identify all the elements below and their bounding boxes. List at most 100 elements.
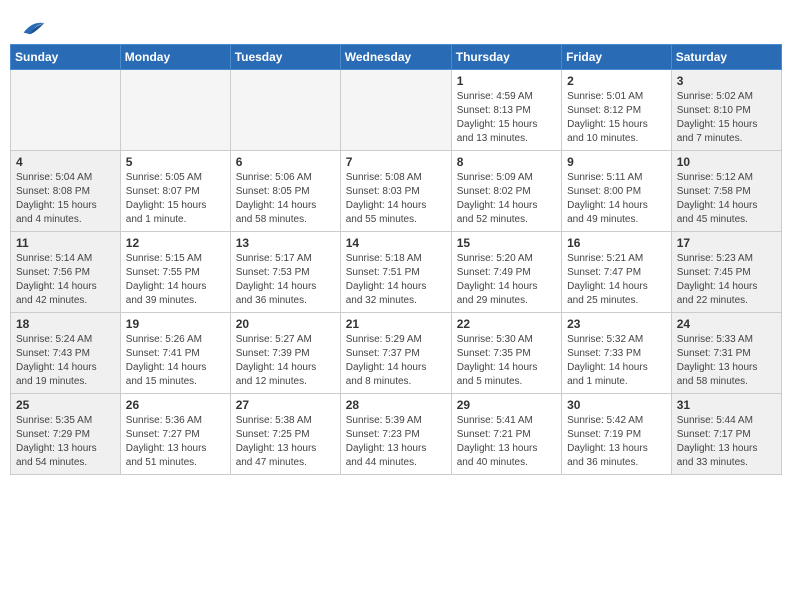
logo — [20, 18, 46, 36]
day-info: Sunrise: 5:21 AM Sunset: 7:47 PM Dayligh… — [567, 252, 666, 308]
day-info: Sunrise: 5:24 AM Sunset: 7:43 PM Dayligh… — [16, 333, 115, 389]
day-info: Sunrise: 5:15 AM Sunset: 7:55 PM Dayligh… — [126, 252, 225, 308]
calendar-week-row: 1Sunrise: 4:59 AM Sunset: 8:13 PM Daylig… — [11, 70, 782, 151]
day-number: 27 — [236, 398, 335, 412]
calendar-week-row: 18 Sunrise: 5:24 AM Sunset: 7:43 PM Dayli… — [11, 313, 782, 394]
day-info: Sunrise: 5:36 AM Sunset: 7:27 PM Dayligh… — [126, 414, 225, 470]
day-number: 19 — [126, 317, 225, 331]
calendar-weekday-thursday: Thursday — [451, 45, 561, 70]
calendar-day-cell: 5Sunrise: 5:05 AM Sunset: 8:07 PM Daylig… — [120, 151, 230, 232]
calendar-day-cell: 8Sunrise: 5:09 AM Sunset: 8:02 PM Daylig… — [451, 151, 561, 232]
day-number: 16 — [567, 236, 666, 250]
day-number: 26 — [126, 398, 225, 412]
calendar-day-cell: 24 Sunrise: 5:33 AM Sunset: 7:31 PM Dayli… — [671, 313, 781, 394]
calendar-day-cell: 1Sunrise: 4:59 AM Sunset: 8:13 PM Daylig… — [451, 70, 561, 151]
day-number: 15 — [457, 236, 556, 250]
calendar-day-cell: 16 Sunrise: 5:21 AM Sunset: 7:47 PM Dayli… — [562, 232, 672, 313]
calendar-day-cell: 17Sunrise: 5:23 AM Sunset: 7:45 PM Dayli… — [671, 232, 781, 313]
day-number: 11 — [16, 236, 115, 250]
calendar-day-cell: 2 Sunrise: 5:01 AM Sunset: 8:12 PM Daylig… — [562, 70, 672, 151]
day-number: 23 — [567, 317, 666, 331]
day-info: Sunrise: 5:35 AM Sunset: 7:29 PM Dayligh… — [16, 414, 115, 470]
calendar-day-cell: 30 Sunrise: 5:42 AM Sunset: 7:19 PM Dayli… — [562, 394, 672, 475]
calendar-week-row: 11 Sunrise: 5:14 AM Sunset: 7:56 PM Dayli… — [11, 232, 782, 313]
day-number: 29 — [457, 398, 556, 412]
day-info: Sunrise: 4:59 AM Sunset: 8:13 PM Dayligh… — [457, 90, 556, 146]
day-number: 22 — [457, 317, 556, 331]
day-number: 13 — [236, 236, 335, 250]
calendar-day-cell: 10 Sunrise: 5:12 AM Sunset: 7:58 PM Dayli… — [671, 151, 781, 232]
day-number: 9 — [567, 155, 666, 169]
calendar-week-row: 25 Sunrise: 5:35 AM Sunset: 7:29 PM Dayli… — [11, 394, 782, 475]
calendar-day-cell: 4 Sunrise: 5:04 AM Sunset: 8:08 PM Daylig… — [11, 151, 121, 232]
day-number: 6 — [236, 155, 335, 169]
day-number: 12 — [126, 236, 225, 250]
day-info: Sunrise: 5:01 AM Sunset: 8:12 PM Dayligh… — [567, 90, 666, 146]
calendar-day-cell: 31Sunrise: 5:44 AM Sunset: 7:17 PM Dayli… — [671, 394, 781, 475]
day-number: 2 — [567, 74, 666, 88]
logo-bird-icon — [22, 18, 46, 36]
calendar-day-cell: 12 Sunrise: 5:15 AM Sunset: 7:55 PM Dayli… — [120, 232, 230, 313]
day-info: Sunrise: 5:30 AM Sunset: 7:35 PM Dayligh… — [457, 333, 556, 389]
calendar-day-cell: 6 Sunrise: 5:06 AM Sunset: 8:05 PM Daylig… — [230, 151, 340, 232]
day-number: 18 — [16, 317, 115, 331]
calendar-day-cell: 11 Sunrise: 5:14 AM Sunset: 7:56 PM Dayli… — [11, 232, 121, 313]
calendar-table: SundayMondayTuesdayWednesdayThursdayFrid… — [10, 44, 782, 475]
calendar-day-cell: 27 Sunrise: 5:38 AM Sunset: 7:25 PM Dayli… — [230, 394, 340, 475]
calendar-weekday-monday: Monday — [120, 45, 230, 70]
day-info: Sunrise: 5:17 AM Sunset: 7:53 PM Dayligh… — [236, 252, 335, 308]
calendar-day-cell: 19 Sunrise: 5:26 AM Sunset: 7:41 PM Dayli… — [120, 313, 230, 394]
day-number: 21 — [346, 317, 446, 331]
day-number: 30 — [567, 398, 666, 412]
day-info: Sunrise: 5:38 AM Sunset: 7:25 PM Dayligh… — [236, 414, 335, 470]
day-info: Sunrise: 5:12 AM Sunset: 7:58 PM Dayligh… — [677, 171, 776, 227]
calendar-day-cell: 28 Sunrise: 5:39 AM Sunset: 7:23 PM Dayli… — [340, 394, 451, 475]
day-info: Sunrise: 5:20 AM Sunset: 7:49 PM Dayligh… — [457, 252, 556, 308]
calendar-day-cell: 3 Sunrise: 5:02 AM Sunset: 8:10 PM Daylig… — [671, 70, 781, 151]
calendar-weekday-saturday: Saturday — [671, 45, 781, 70]
calendar-day-cell: 9 Sunrise: 5:11 AM Sunset: 8:00 PM Daylig… — [562, 151, 672, 232]
day-info: Sunrise: 5:26 AM Sunset: 7:41 PM Dayligh… — [126, 333, 225, 389]
day-info: Sunrise: 5:06 AM Sunset: 8:05 PM Dayligh… — [236, 171, 335, 227]
calendar-day-cell: 20 Sunrise: 5:27 AM Sunset: 7:39 PM Dayli… — [230, 313, 340, 394]
day-info: Sunrise: 5:04 AM Sunset: 8:08 PM Dayligh… — [16, 171, 115, 227]
day-number: 10 — [677, 155, 776, 169]
calendar-day-cell: 13 Sunrise: 5:17 AM Sunset: 7:53 PM Dayli… — [230, 232, 340, 313]
calendar-weekday-sunday: Sunday — [11, 45, 121, 70]
day-number: 4 — [16, 155, 115, 169]
calendar-weekday-friday: Friday — [562, 45, 672, 70]
calendar-day-cell: 23 Sunrise: 5:32 AM Sunset: 7:33 PM Dayli… — [562, 313, 672, 394]
calendar-day-cell — [340, 70, 451, 151]
day-number: 14 — [346, 236, 446, 250]
day-number: 31 — [677, 398, 776, 412]
day-info: Sunrise: 5:11 AM Sunset: 8:00 PM Dayligh… — [567, 171, 666, 227]
day-info: Sunrise: 5:42 AM Sunset: 7:19 PM Dayligh… — [567, 414, 666, 470]
calendar-day-cell — [230, 70, 340, 151]
calendar-day-cell: 15 Sunrise: 5:20 AM Sunset: 7:49 PM Dayli… — [451, 232, 561, 313]
day-info: Sunrise: 5:27 AM Sunset: 7:39 PM Dayligh… — [236, 333, 335, 389]
day-number: 24 — [677, 317, 776, 331]
calendar-day-cell — [120, 70, 230, 151]
day-number: 17 — [677, 236, 776, 250]
calendar-day-cell: 14Sunrise: 5:18 AM Sunset: 7:51 PM Dayli… — [340, 232, 451, 313]
calendar-day-cell: 22 Sunrise: 5:30 AM Sunset: 7:35 PM Dayli… — [451, 313, 561, 394]
calendar-weekday-wednesday: Wednesday — [340, 45, 451, 70]
calendar-day-cell: 26 Sunrise: 5:36 AM Sunset: 7:27 PM Dayli… — [120, 394, 230, 475]
calendar-day-cell: 25 Sunrise: 5:35 AM Sunset: 7:29 PM Dayli… — [11, 394, 121, 475]
day-number: 3 — [677, 74, 776, 88]
calendar-weekday-tuesday: Tuesday — [230, 45, 340, 70]
day-info: Sunrise: 5:08 AM Sunset: 8:03 PM Dayligh… — [346, 171, 446, 227]
day-info: Sunrise: 5:29 AM Sunset: 7:37 PM Dayligh… — [346, 333, 446, 389]
day-number: 25 — [16, 398, 115, 412]
day-info: Sunrise: 5:33 AM Sunset: 7:31 PM Dayligh… — [677, 333, 776, 389]
day-info: Sunrise: 5:32 AM Sunset: 7:33 PM Dayligh… — [567, 333, 666, 389]
calendar-day-cell: 18 Sunrise: 5:24 AM Sunset: 7:43 PM Dayli… — [11, 313, 121, 394]
day-number: 7 — [346, 155, 446, 169]
day-number: 28 — [346, 398, 446, 412]
day-info: Sunrise: 5:05 AM Sunset: 8:07 PM Dayligh… — [126, 171, 225, 227]
calendar-week-row: 4 Sunrise: 5:04 AM Sunset: 8:08 PM Daylig… — [11, 151, 782, 232]
day-info: Sunrise: 5:02 AM Sunset: 8:10 PM Dayligh… — [677, 90, 776, 146]
day-info: Sunrise: 5:14 AM Sunset: 7:56 PM Dayligh… — [16, 252, 115, 308]
day-number: 20 — [236, 317, 335, 331]
day-info: Sunrise: 5:39 AM Sunset: 7:23 PM Dayligh… — [346, 414, 446, 470]
